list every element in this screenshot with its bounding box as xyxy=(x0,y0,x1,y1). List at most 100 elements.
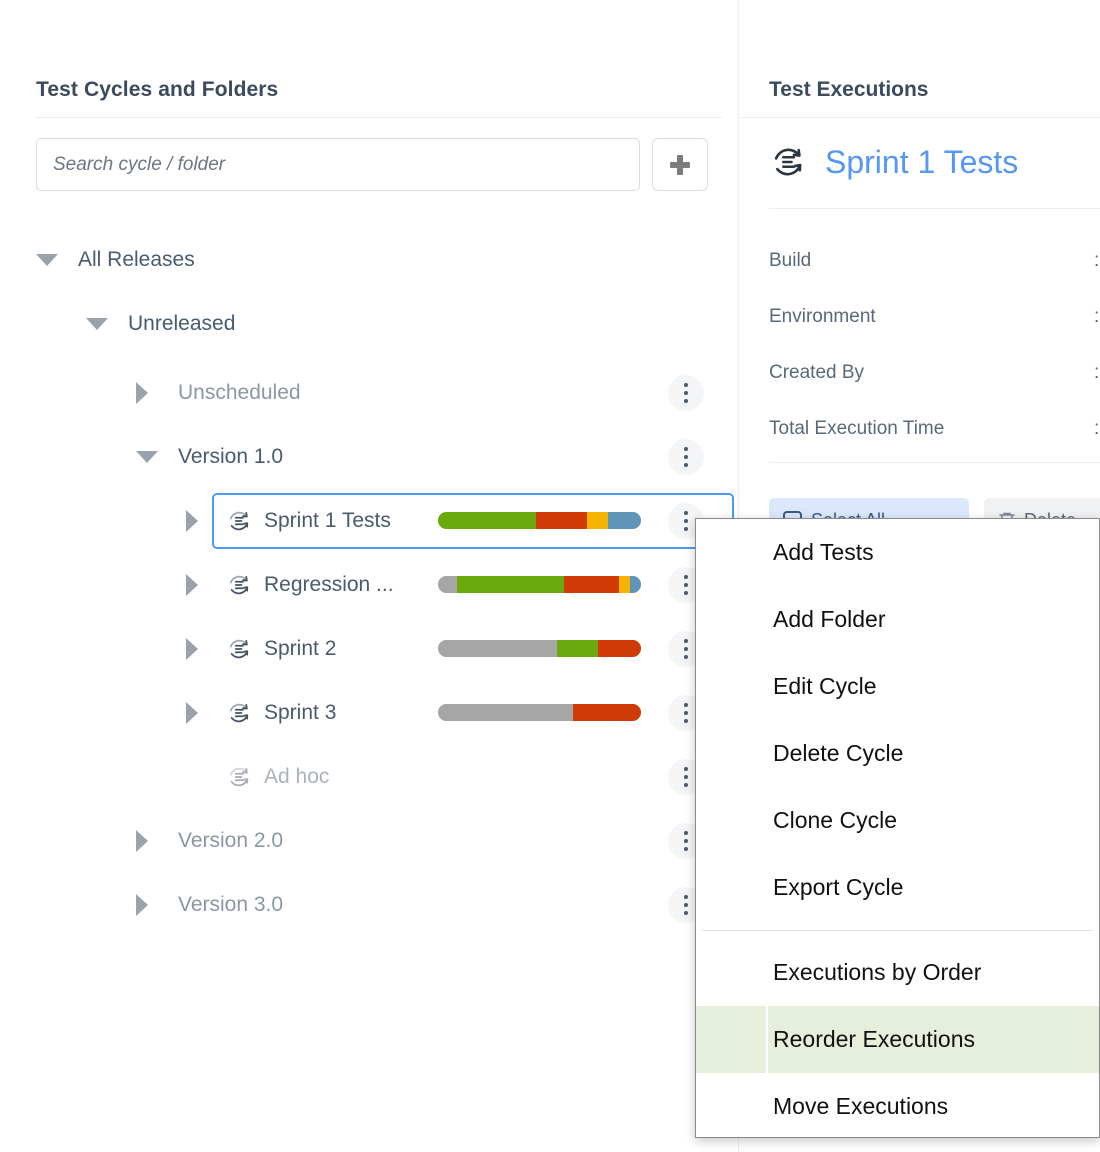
tree-node[interactable]: Version 1.0 xyxy=(166,445,283,469)
menu-item-reorder-executions[interactable]: Reorder Executions xyxy=(696,1006,1099,1073)
metadata-colon: : xyxy=(1094,250,1099,272)
menu-item-label: Delete Cycle xyxy=(773,740,903,767)
tree-node[interactable]: Sprint 1 Tests xyxy=(216,508,391,534)
chevron-right-icon[interactable] xyxy=(136,830,162,852)
chevron-right-icon[interactable] xyxy=(186,510,212,532)
status-segment-wip xyxy=(619,576,630,593)
title-divider xyxy=(36,117,722,118)
tree-node[interactable]: Sprint 2 xyxy=(216,636,336,662)
tree-row[interactable]: Version 1.0 xyxy=(0,425,738,489)
tree-row[interactable]: Ad hoc xyxy=(0,745,738,809)
menu-item-move-executions[interactable]: Move Executions xyxy=(696,1073,1099,1140)
dot xyxy=(684,711,688,715)
chevron-down-icon[interactable] xyxy=(86,318,112,330)
tree-node[interactable]: Ad hoc xyxy=(216,764,329,790)
dot xyxy=(684,463,688,467)
menu-item-label: Clone Cycle xyxy=(773,807,897,834)
tree-row[interactable]: All Releases xyxy=(0,228,738,292)
tree-node[interactable]: Unreleased xyxy=(116,312,235,336)
tree-row[interactable]: Version 3.0 xyxy=(0,873,738,937)
dot xyxy=(684,583,688,587)
tree-node-label: Sprint 1 Tests xyxy=(264,509,391,533)
tree-node[interactable]: Unscheduled xyxy=(166,381,301,405)
chevron-down-icon[interactable] xyxy=(36,254,62,266)
dot xyxy=(684,519,688,523)
tree-node[interactable]: Sprint 3 xyxy=(216,700,336,726)
dot xyxy=(684,783,688,787)
test-cycle-icon xyxy=(226,636,252,662)
dot xyxy=(684,383,688,387)
dot xyxy=(684,399,688,403)
tree-node-label: Unscheduled xyxy=(178,381,301,405)
menu-item-label: Executions by Order xyxy=(773,959,981,986)
dot xyxy=(684,575,688,579)
executions-title-divider xyxy=(739,117,1100,118)
add-cycle-button[interactable] xyxy=(652,138,708,191)
tree-node-label: All Releases xyxy=(78,248,195,272)
menu-item-clone-cycle[interactable]: Clone Cycle xyxy=(696,787,1099,854)
tree-node[interactable]: Version 3.0 xyxy=(166,893,283,917)
metadata-key: Total Execution Time xyxy=(769,418,944,440)
status-segment-wip xyxy=(587,512,608,529)
tree-node[interactable]: All Releases xyxy=(66,248,195,272)
row-menu-button[interactable] xyxy=(668,439,704,475)
tree-row[interactable]: Sprint 1 Tests xyxy=(0,489,738,553)
dot xyxy=(684,511,688,515)
tree-node-label: Regression ... xyxy=(264,573,394,597)
status-segment-pass xyxy=(438,512,536,529)
tree-node-label: Ad hoc xyxy=(264,765,329,789)
test-cycle-icon xyxy=(769,143,807,181)
menu-item-executions-by-order[interactable]: Executions by Order xyxy=(696,939,1099,1006)
tree-node[interactable]: Regression ... xyxy=(216,572,394,598)
chevron-down-icon[interactable] xyxy=(136,451,162,463)
cycle-name-link[interactable]: Sprint 1 Tests xyxy=(825,144,1018,181)
chevron-right-icon[interactable] xyxy=(136,894,162,916)
dot xyxy=(684,527,688,531)
chevron-right-icon[interactable] xyxy=(136,382,162,404)
tree-node-label: Version 3.0 xyxy=(178,893,283,917)
metadata-colon: : xyxy=(1094,306,1099,328)
metadata-row: Environment:Te xyxy=(769,306,1100,328)
metadata-key: Build xyxy=(769,250,811,272)
menu-item-label: Reorder Executions xyxy=(773,1026,975,1053)
dot xyxy=(684,655,688,659)
tree-row[interactable]: Sprint 2 xyxy=(0,617,738,681)
dot xyxy=(684,719,688,723)
menu-item-delete-cycle[interactable]: Delete Cycle xyxy=(696,720,1099,787)
metadata-row: Total Execution Time:0 xyxy=(769,418,1100,440)
test-cycles-panel: Test Cycles and Folders All ReleasesUnre… xyxy=(0,0,738,1152)
tree-row[interactable]: Unreleased xyxy=(0,292,738,356)
chevron-right-icon[interactable] xyxy=(186,638,212,660)
search-input[interactable] xyxy=(36,138,640,191)
metadata-key: Environment xyxy=(769,306,876,328)
status-segment-fail xyxy=(598,640,641,657)
dot xyxy=(684,767,688,771)
dot xyxy=(684,591,688,595)
menu-item-add-tests[interactable]: Add Tests xyxy=(696,519,1099,586)
tree-row[interactable]: Version 2.0 xyxy=(0,809,738,873)
tree-node[interactable]: Version 2.0 xyxy=(166,829,283,853)
dot xyxy=(684,903,688,907)
cycle-header-divider xyxy=(769,208,1100,209)
row-menu-button[interactable] xyxy=(668,375,704,411)
menu-item-label: Add Folder xyxy=(773,606,886,633)
chevron-right-icon[interactable] xyxy=(186,702,212,724)
chevron-right-icon[interactable] xyxy=(186,574,212,596)
tree-row[interactable]: Regression ... xyxy=(0,553,738,617)
dot xyxy=(684,847,688,851)
dot xyxy=(684,775,688,779)
tree-row[interactable]: Sprint 3 xyxy=(0,681,738,745)
menu-item-label: Add Tests xyxy=(773,539,874,566)
dot xyxy=(684,839,688,843)
menu-item-export-cycle[interactable]: Export Cycle xyxy=(696,854,1099,921)
dot xyxy=(684,703,688,707)
status-segment-fail xyxy=(573,704,641,721)
tree-node-label: Unreleased xyxy=(128,312,235,336)
tree-row[interactable]: Unscheduled xyxy=(0,361,738,425)
plus-icon xyxy=(670,155,690,175)
menu-item-edit-cycle[interactable]: Edit Cycle xyxy=(696,653,1099,720)
menu-separator xyxy=(702,930,1093,931)
cycle-context-menu[interactable]: Add Tests Add Folder Edit Cycle Delete Cycl… xyxy=(695,518,1100,1138)
cycle-header: Sprint 1 Tests xyxy=(769,143,1018,181)
menu-item-add-folder[interactable]: Add Folder xyxy=(696,586,1099,653)
